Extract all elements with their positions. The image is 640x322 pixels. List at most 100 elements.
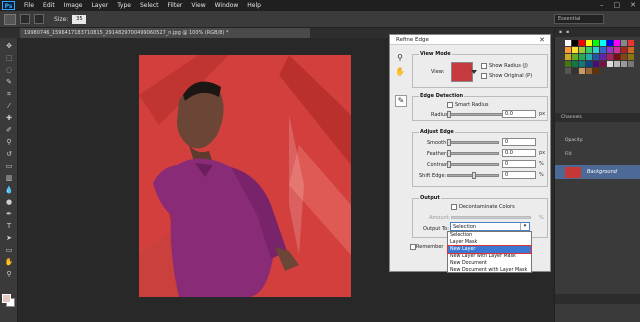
shift-edge-slider[interactable] xyxy=(447,172,499,179)
smart-radius-checkbox[interactable] xyxy=(447,102,453,108)
shift-edge-slider-knob[interactable] xyxy=(472,172,476,179)
contrast-field[interactable]: 0 xyxy=(502,160,536,168)
option-selection[interactable]: Selection xyxy=(448,232,531,239)
menu-window[interactable]: Window xyxy=(215,2,239,9)
contrast-slider[interactable] xyxy=(447,161,499,168)
decontaminate-checkbox[interactable] xyxy=(451,204,457,210)
feather-slider-knob[interactable] xyxy=(447,150,451,157)
maximize-icon[interactable]: □ xyxy=(614,1,621,9)
tools-panel: ✥ ⬚ ◌ ✎ ⌗ ⁄ ✚ ✐ ⚲ ↺ ▭ ▥ 💧 ● ✒ T ➤ ▭ ✋ ⚲ xyxy=(0,38,18,322)
dodge-tool-icon[interactable]: ● xyxy=(3,198,15,207)
foreground-color-swatch[interactable] xyxy=(2,294,11,303)
smooth-label: Smooth: xyxy=(427,140,448,146)
layer-row-background[interactable]: Background xyxy=(555,165,640,179)
view-mode-picker[interactable] xyxy=(451,62,477,82)
contrast-slider-knob[interactable] xyxy=(447,161,451,168)
menu-filter[interactable]: Filter xyxy=(168,2,183,9)
eyedropper-tool-icon[interactable]: ⁄ xyxy=(3,102,15,111)
zoom-tool-icon[interactable]: ⚲ xyxy=(3,270,15,279)
adjust-edge-group: Adjust Edge Smooth: 0 Feather: 0.0 px Co… xyxy=(412,129,548,187)
channels-tab[interactable]: Channels xyxy=(555,113,640,122)
option-new-layer[interactable]: New Layer xyxy=(447,245,532,254)
view-label: View: xyxy=(431,69,445,75)
tool-preset-icon[interactable] xyxy=(4,13,16,25)
show-original-checkbox[interactable] xyxy=(481,73,487,79)
history-brush-tool-icon[interactable]: ↺ xyxy=(3,150,15,159)
zoom-tool-icon[interactable]: ⚲ xyxy=(395,53,405,63)
feather-label: Feather: xyxy=(427,151,448,157)
photo-canvas[interactable] xyxy=(139,55,351,297)
show-radius-checkbox[interactable] xyxy=(481,63,487,69)
decontaminate-label: Decontaminate Colors xyxy=(459,204,515,210)
minimize-icon[interactable]: – xyxy=(600,1,604,9)
swatches-grid[interactable] xyxy=(565,40,639,90)
gradient-tool-icon[interactable]: ▥ xyxy=(3,174,15,183)
pen-tool-icon[interactable]: ✒ xyxy=(3,210,15,219)
hand-tool-icon[interactable]: ✋ xyxy=(395,67,405,77)
right-panels: ▪ ▪ Channels Opacity: Fill: Background xyxy=(554,28,640,322)
fill-row: Fill: xyxy=(565,152,640,161)
marquee-tool-icon[interactable]: ⬚ xyxy=(3,54,15,63)
adjust-edge-title: Adjust Edge xyxy=(419,129,455,135)
shift-edge-unit: % xyxy=(539,172,544,178)
smooth-slider-knob[interactable] xyxy=(447,139,451,146)
dialog-title: Refine Edge xyxy=(390,35,550,45)
window-controls: – □ ✕ xyxy=(600,1,636,9)
document-tab[interactable]: 19980746_1596417183710815_29148297004990… xyxy=(20,28,310,38)
smooth-slider[interactable] xyxy=(447,139,499,146)
options-bar: Size: 35 Essential xyxy=(0,11,640,28)
menu-bar: Ps File Edit Image Layer Type Select Fil… xyxy=(0,0,640,11)
radius-unit: px xyxy=(539,111,546,117)
brush-mode-icon[interactable] xyxy=(20,14,30,24)
option-layer-mask[interactable]: Layer Mask xyxy=(448,239,531,246)
output-to-label: Output To: xyxy=(423,226,449,232)
shift-edge-label: Shift Edge: xyxy=(419,173,447,179)
panel-tab-swatches-icon[interactable]: ▪ xyxy=(566,30,569,35)
option-new-document[interactable]: New Document xyxy=(448,260,531,267)
smooth-field[interactable]: 0 xyxy=(502,138,536,146)
eraser-tool-icon[interactable]: ▭ xyxy=(3,162,15,171)
healing-tool-icon[interactable]: ✚ xyxy=(3,114,15,123)
close-icon[interactable]: ✕ xyxy=(630,1,636,9)
menu-help[interactable]: Help xyxy=(247,2,261,9)
blur-tool-icon[interactable]: 💧 xyxy=(3,186,15,195)
option-new-document-with-mask[interactable]: New Document with Layer Mask xyxy=(448,267,531,274)
clone-stamp-tool-icon[interactable]: ⚲ xyxy=(3,138,15,147)
feather-field[interactable]: 0.0 xyxy=(502,149,536,157)
menu-file[interactable]: File xyxy=(24,2,34,9)
output-to-value: Selection xyxy=(453,224,477,230)
brush-mode-minus-icon[interactable] xyxy=(34,14,44,24)
opacity-row: Opacity: xyxy=(565,138,640,147)
hand-tool-icon[interactable]: ✋ xyxy=(3,258,15,267)
lasso-tool-icon[interactable]: ◌ xyxy=(3,66,15,75)
radius-slider-knob[interactable] xyxy=(447,111,451,118)
crop-tool-icon[interactable]: ⌗ xyxy=(3,90,15,99)
menu-view[interactable]: View xyxy=(191,2,205,9)
menu-select[interactable]: Select xyxy=(140,2,159,9)
workspace-select[interactable]: Essential xyxy=(554,14,604,24)
amount-unit: % xyxy=(539,215,544,221)
move-tool-icon[interactable]: ✥ xyxy=(3,42,15,51)
dialog-close-icon[interactable]: ✕ xyxy=(539,35,545,45)
menu-image[interactable]: Image xyxy=(64,2,83,9)
amount-slider xyxy=(451,216,531,219)
output-to-select[interactable]: Selection ▾ xyxy=(450,222,530,231)
menu-type[interactable]: Type xyxy=(117,2,131,9)
path-select-tool-icon[interactable]: ➤ xyxy=(3,234,15,243)
menu-edit[interactable]: Edit xyxy=(43,2,55,9)
chevron-down-icon[interactable]: ▾ xyxy=(520,223,529,230)
type-tool-icon[interactable]: T xyxy=(3,222,15,231)
feather-slider[interactable] xyxy=(447,150,499,157)
radius-field[interactable]: 0.0 xyxy=(502,110,536,118)
quick-select-tool-icon[interactable]: ✎ xyxy=(3,78,15,87)
panel-tab-color-icon[interactable]: ▪ xyxy=(559,30,562,35)
refine-radius-tool-icon[interactable]: ✎ xyxy=(395,95,407,107)
option-new-layer-with-mask[interactable]: New Layer with Layer Mask xyxy=(448,253,531,260)
size-field[interactable]: 35 xyxy=(72,14,87,24)
swatches-tabs: ▪ ▪ xyxy=(555,28,640,37)
brush-tool-icon[interactable]: ✐ xyxy=(3,126,15,135)
shape-tool-icon[interactable]: ▭ xyxy=(3,246,15,255)
menu-layer[interactable]: Layer xyxy=(91,2,108,9)
shift-edge-field[interactable]: 0 xyxy=(502,171,536,179)
layer-thumbnail xyxy=(565,166,581,178)
